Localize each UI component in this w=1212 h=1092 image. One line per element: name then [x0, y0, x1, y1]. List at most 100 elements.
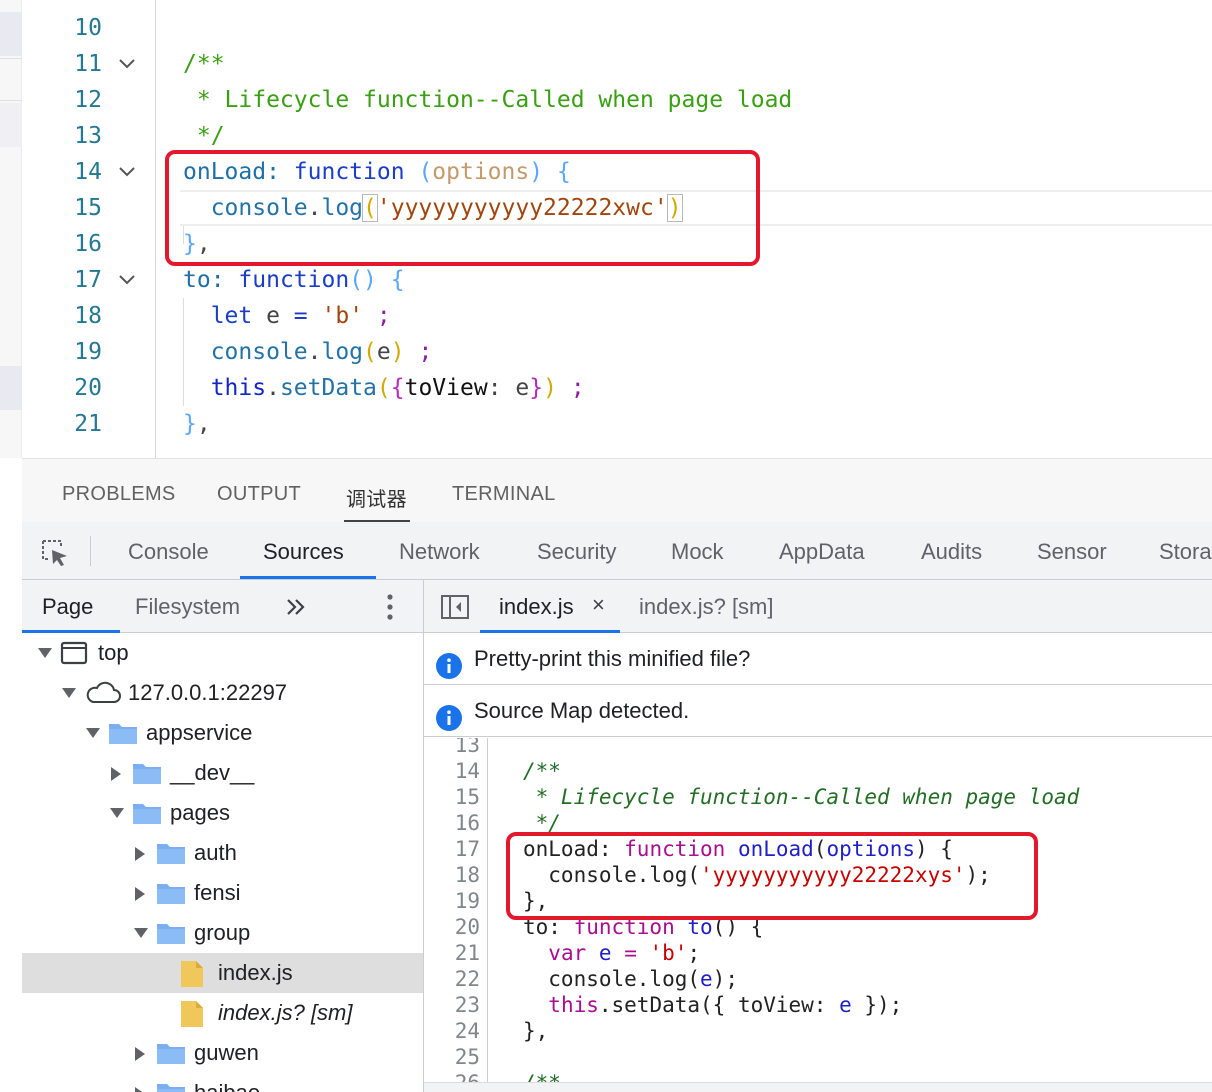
tree-item[interactable]: fensi [22, 873, 423, 913]
highlight-box-editor [165, 150, 760, 266]
code-token: ) [390, 339, 405, 365]
line-number[interactable]: 24 [424, 1018, 480, 1044]
tab-problems[interactable]: PROBLEMS [62, 483, 176, 506]
tree-item[interactable]: index.js [22, 953, 423, 993]
fold-chevron-icon[interactable] [116, 46, 138, 82]
tree-item[interactable]: appservice [22, 713, 423, 753]
tab-appdata[interactable]: AppData [779, 539, 865, 565]
code-token: () [349, 267, 377, 293]
toggle-navigator-icon[interactable] [440, 593, 470, 621]
infobar-source-map[interactable]: Source Map detected. [424, 685, 1212, 737]
line-number[interactable]: 13 [424, 738, 480, 758]
code-token: console.log( [523, 967, 701, 991]
code-token: 'b' [321, 303, 364, 329]
info-icon [436, 646, 462, 679]
kebab-menu-icon[interactable] [384, 592, 396, 622]
tab-security[interactable]: Security [537, 539, 616, 565]
line-number[interactable]: 15 [424, 784, 480, 810]
line-number[interactable]: 18 [424, 862, 480, 888]
tree-item-label: index.js? [sm] [218, 1000, 353, 1025]
tab-output[interactable]: OUTPUT [217, 483, 301, 506]
tab-network[interactable]: Network [399, 539, 480, 565]
line-number[interactable]: 20 [424, 914, 480, 940]
editor-line: 19 console.log(e) ; [0, 334, 1212, 370]
triangle-right-icon[interactable] [134, 873, 148, 913]
tab-index-js-sourcemap[interactable]: index.js? [sm] [639, 594, 774, 620]
code-token: ; [418, 339, 433, 365]
line-number[interactable]: 21 [424, 940, 480, 966]
tab-sources[interactable]: Sources [263, 539, 344, 565]
tab-index-js[interactable]: index.js [499, 594, 574, 620]
tree-item[interactable]: pages [22, 793, 423, 833]
source-line: 15 * Lifecycle function--Called when pag… [424, 784, 1212, 810]
source-line: 23 this.setData({ toView: e }); [424, 992, 1212, 1018]
code-token: } [529, 375, 544, 401]
chevron-double-right-icon[interactable] [284, 596, 308, 618]
tab-filesystem[interactable]: Filesystem [135, 594, 240, 620]
editor-line: 12 * Lifecycle function--Called when pag… [0, 82, 1212, 118]
tree-item[interactable]: index.js? [sm] [22, 993, 423, 1033]
code-token: . [307, 339, 322, 365]
editor-line: 21}, [0, 406, 1212, 442]
code-text: console.log(e) ; [183, 334, 433, 370]
tab-console[interactable]: Console [128, 539, 209, 565]
fold-chevron-icon[interactable] [116, 154, 138, 190]
triangle-right-icon[interactable] [110, 753, 124, 793]
line-number: 11 [74, 51, 102, 77]
tree-item[interactable]: guwen [22, 1033, 423, 1073]
line-number: 12 [74, 87, 102, 113]
inspect-element-icon[interactable] [40, 538, 70, 568]
tree-item[interactable]: top [22, 633, 423, 673]
line-number[interactable]: 25 [424, 1044, 480, 1070]
line-number[interactable]: 14 [424, 758, 480, 784]
source-pane: index.js × index.js? [sm] Pretty-print t… [424, 580, 1212, 1092]
tree-item[interactable]: __dev__ [22, 753, 423, 793]
code-token: ; [376, 303, 391, 329]
code-token: .setData({ toView: [598, 993, 840, 1017]
code-token: this [183, 375, 267, 401]
fold-chevron-icon[interactable] [116, 262, 138, 298]
code-editor[interactable]: 10 11 /** 12 * Lifecycle function--Called w… [0, 0, 1212, 458]
triangle-down-icon[interactable] [38, 633, 52, 673]
tab-audits[interactable]: Audits [921, 539, 982, 565]
triangle-down-icon[interactable] [86, 713, 100, 753]
tree-item[interactable]: auth [22, 833, 423, 873]
tree-item[interactable]: haibao [22, 1073, 423, 1092]
line-number: 10 [74, 15, 102, 41]
navigator-tab-bar: Page Filesystem [22, 580, 423, 633]
code-text: this.setData({toView: e}) ; [183, 370, 585, 406]
triangle-right-icon[interactable] [134, 1073, 148, 1092]
horizontal-scrollbar[interactable] [424, 1082, 1212, 1092]
line-number[interactable]: 17 [424, 836, 480, 862]
line-number[interactable]: 22 [424, 966, 480, 992]
infobar-pretty-print[interactable]: Pretty-print this minified file? [424, 633, 1212, 685]
code-token: ; [687, 941, 701, 965]
editor-line: 13 */ [0, 118, 1212, 154]
tab-terminal[interactable]: TERMINAL [452, 483, 556, 506]
tab-debugger[interactable]: 调试器 [346, 483, 407, 512]
close-tab-icon[interactable]: × [592, 592, 605, 618]
tree-item[interactable]: 127.0.0.1:22297 [22, 673, 423, 713]
triangle-right-icon[interactable] [134, 833, 148, 873]
tab-page[interactable]: Page [42, 594, 93, 620]
tree-item[interactable]: group [22, 913, 423, 953]
triangle-down-icon[interactable] [110, 793, 124, 833]
line-number[interactable]: 16 [424, 810, 480, 836]
triangle-down-icon[interactable] [134, 913, 148, 953]
triangle-right-icon[interactable] [134, 1033, 148, 1073]
triangle-down-icon[interactable] [62, 673, 76, 713]
tab-mock[interactable]: Mock [671, 539, 724, 565]
code-token: log [321, 339, 364, 365]
code-text: to: function() { [183, 262, 405, 298]
tab-storage[interactable]: Stora [1159, 539, 1212, 565]
line-number[interactable]: 19 [424, 888, 480, 914]
code-token: ( [363, 339, 377, 365]
code-text: }, [183, 406, 211, 442]
line-number[interactable]: 23 [424, 992, 480, 1018]
line-number: 15 [74, 195, 102, 221]
tab-sensor[interactable]: Sensor [1037, 539, 1107, 565]
